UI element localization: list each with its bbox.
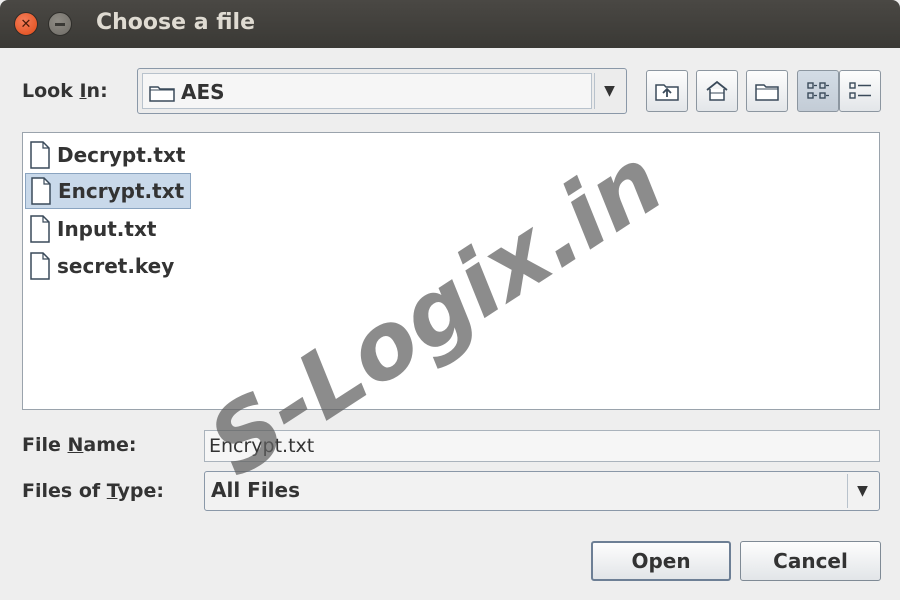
details-view-icon <box>849 82 871 99</box>
file-item[interactable]: Decrypt.txt <box>25 137 191 173</box>
look-in-label: Look In: <box>22 80 108 102</box>
file-list[interactable]: Decrypt.txt Encrypt.txt Input.txt secret… <box>22 132 880 410</box>
up-one-level-button[interactable] <box>646 70 688 112</box>
file-item[interactable]: secret.key <box>25 248 180 284</box>
file-icon <box>30 141 50 169</box>
chevron-down-icon[interactable]: ▼ <box>847 474 877 508</box>
look-in-value: AES <box>181 80 225 104</box>
open-button[interactable]: Open <box>591 541 731 581</box>
window-title: Choose a file <box>96 10 255 35</box>
home-icon <box>706 80 728 101</box>
close-window-button[interactable]: ✕ <box>14 12 38 36</box>
file-item[interactable]: Input.txt <box>25 211 162 247</box>
up-one-level-icon <box>655 84 679 101</box>
file-icon <box>30 252 50 280</box>
look-in-label-mnemonic: I <box>79 80 87 102</box>
file-name-label: File Name: <box>22 434 137 456</box>
cancel-button[interactable]: Cancel <box>740 541 881 581</box>
title-bar: ✕ Choose a file <box>0 0 900 48</box>
file-name: Decrypt.txt <box>57 143 186 167</box>
file-type-label-post: ype: <box>117 480 164 502</box>
file-icon <box>30 215 50 243</box>
file-name-field[interactable] <box>204 430 880 462</box>
minimize-window-button[interactable] <box>48 12 72 36</box>
file-type-combo[interactable]: All Files ▼ <box>204 471 880 511</box>
file-name-label-post: ame: <box>83 434 137 456</box>
look-in-combo-field: AES <box>142 73 592 109</box>
file-name: secret.key <box>57 254 175 278</box>
chevron-down-icon[interactable]: ▼ <box>594 73 624 109</box>
list-view-button[interactable] <box>797 70 839 112</box>
new-folder-button[interactable] <box>746 70 788 112</box>
look-in-combo[interactable]: AES ▼ <box>137 68 627 114</box>
file-type-label: Files of Type: <box>22 480 164 502</box>
file-icon <box>31 177 51 205</box>
folder-icon <box>149 86 175 102</box>
look-in-label-pre: Look <box>22 80 80 102</box>
file-type-label-pre: Files of <box>22 480 107 502</box>
file-type-value: All Files <box>211 478 300 502</box>
list-view-icon <box>807 82 829 99</box>
home-button[interactable] <box>696 70 738 112</box>
details-view-button[interactable] <box>839 70 881 112</box>
file-name: Encrypt.txt <box>58 179 185 203</box>
file-item-selected[interactable]: Encrypt.txt <box>25 173 192 209</box>
file-name-label-pre: File <box>22 434 68 456</box>
look-in-label-post: n: <box>86 80 108 102</box>
close-icon: ✕ <box>20 16 32 32</box>
file-name: Input.txt <box>57 217 157 241</box>
file-name-label-mnemonic: N <box>67 434 84 456</box>
file-type-label-mnemonic: T <box>106 480 118 502</box>
new-folder-icon <box>755 84 779 101</box>
